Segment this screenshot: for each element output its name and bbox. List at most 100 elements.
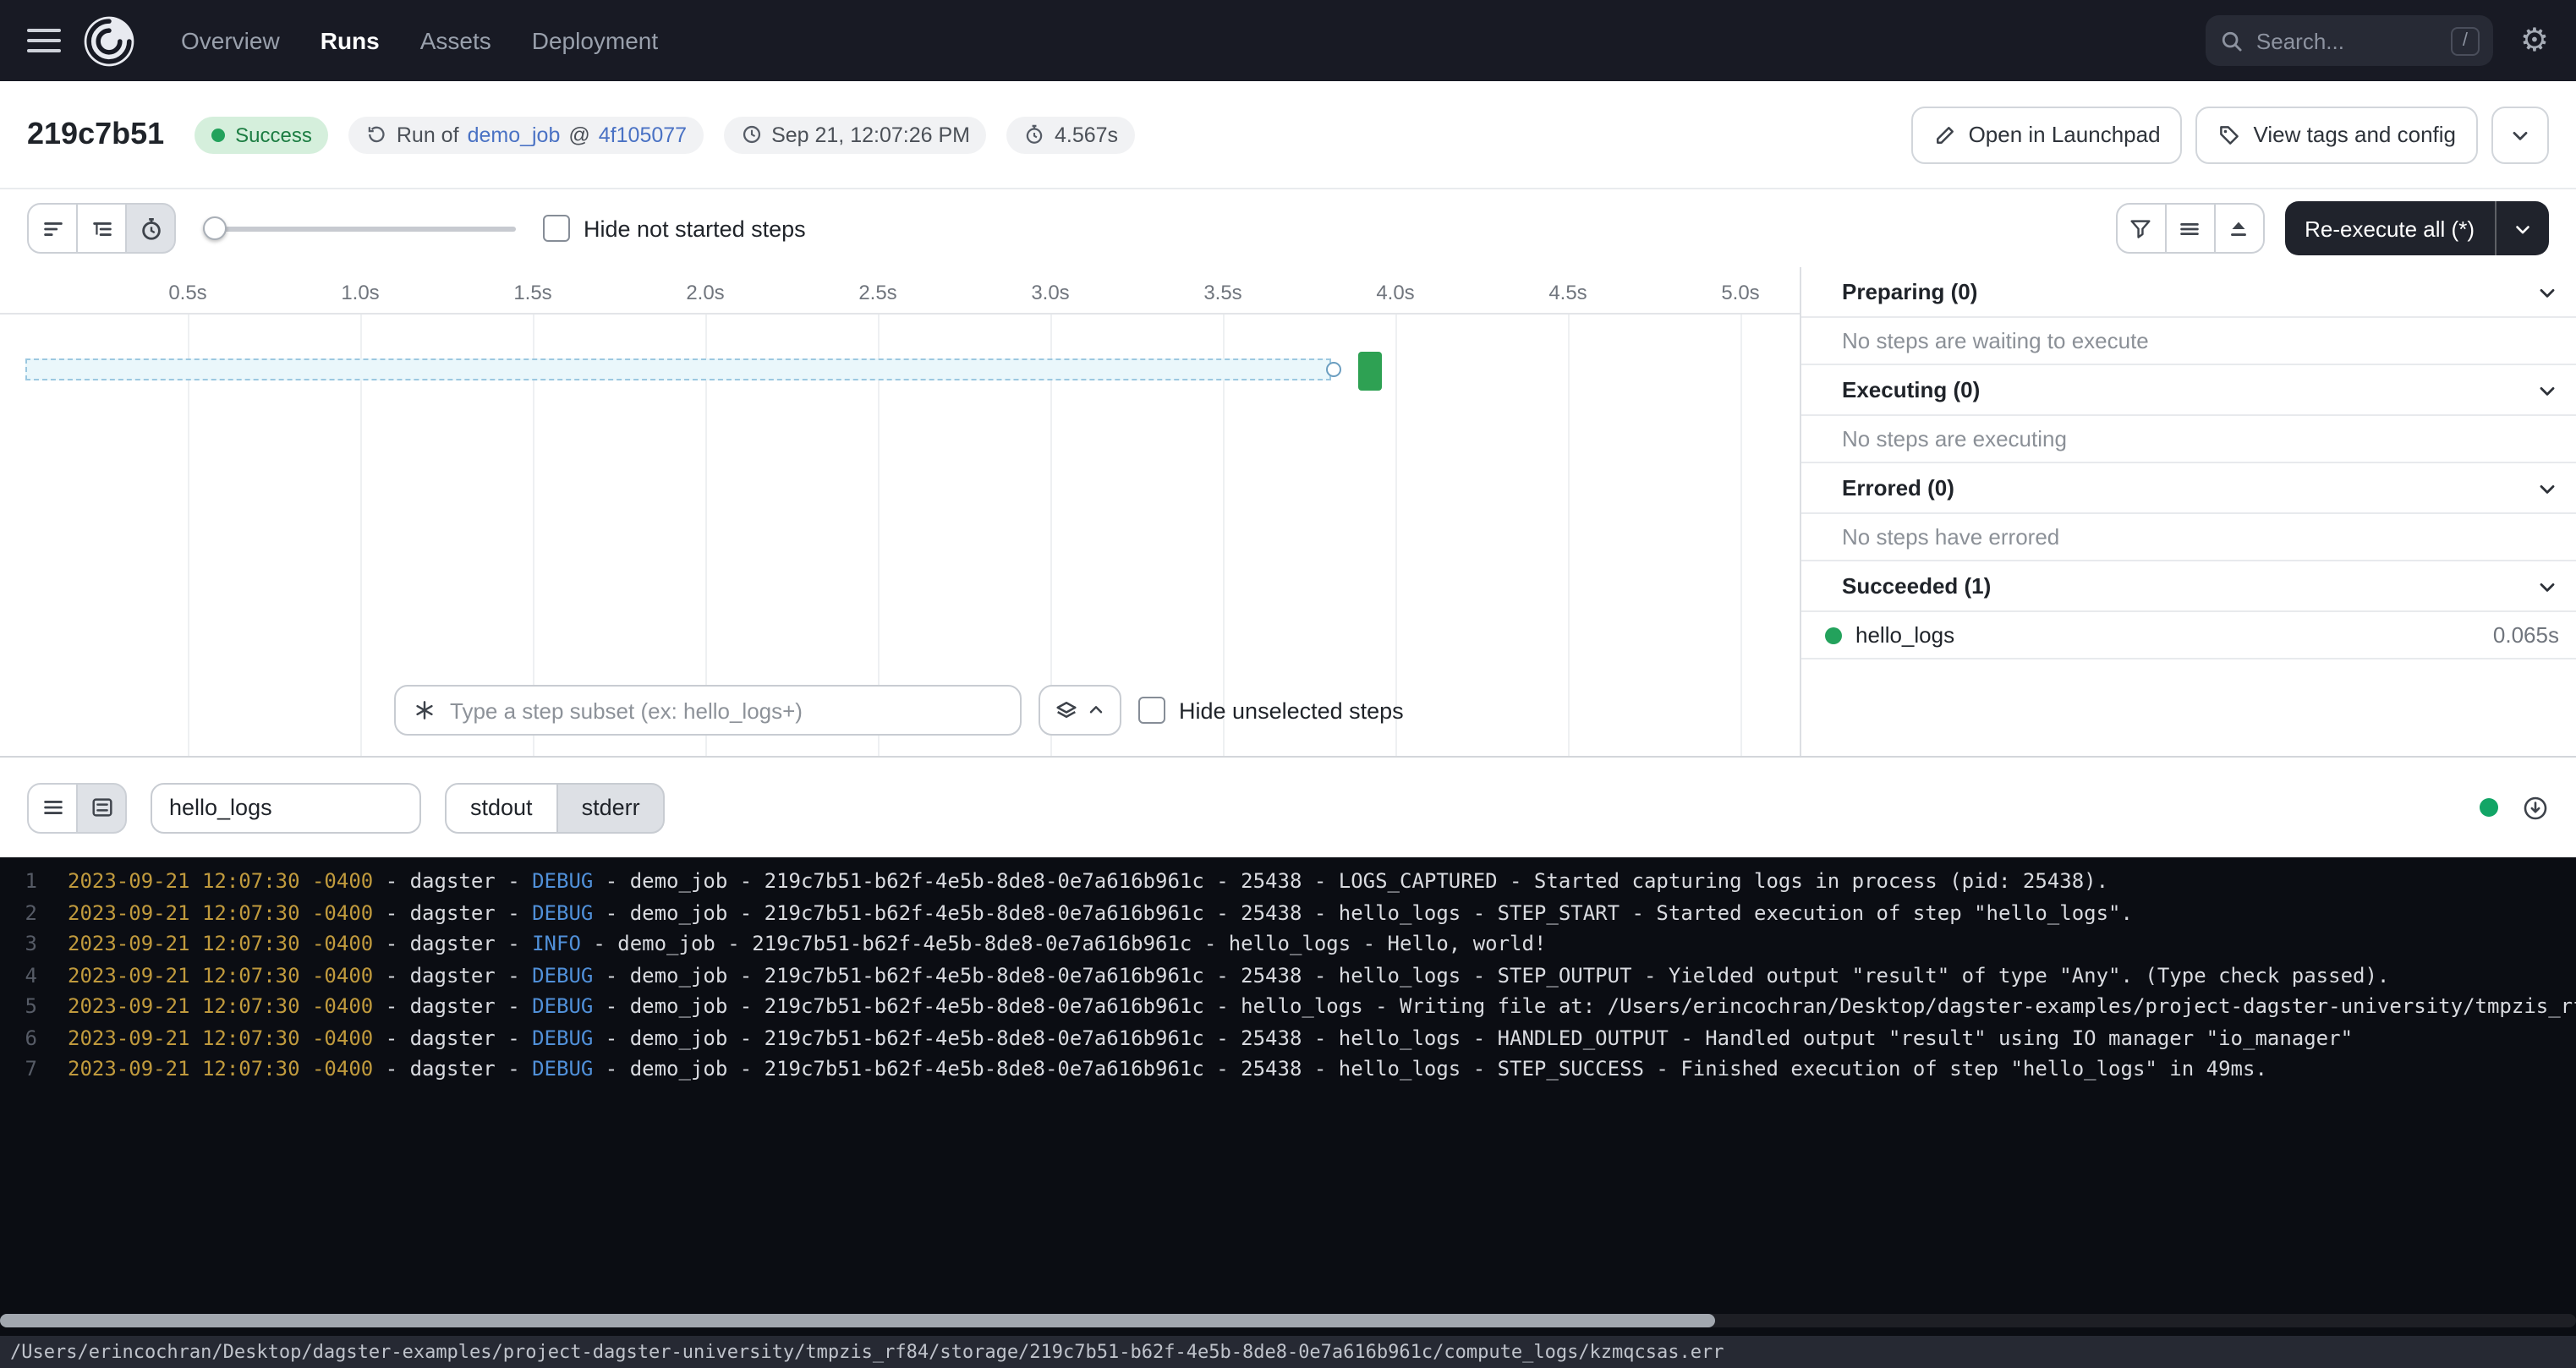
nav-item-overview[interactable]: Overview	[161, 0, 300, 81]
topnav-right: / ⚙	[2206, 15, 2549, 66]
run-header-actions: Open in Launchpad View tags and config	[1911, 106, 2549, 163]
hide-unselected-label: Hide unselected steps	[1179, 698, 1404, 723]
slider-knob[interactable]	[203, 216, 227, 240]
gantt-toolbar-right: Re-execute all (*)	[2115, 201, 2549, 255]
log-toolbar: stdout stderr	[0, 758, 2576, 857]
layers-icon	[1054, 698, 1079, 723]
gantt-waiting-bar[interactable]	[25, 358, 1331, 380]
graph-query-options-button[interactable]	[1039, 685, 1121, 736]
log-timestamp: 2023-09-21 12:07:30 -0400	[68, 1022, 373, 1053]
step-filter-row: Hide unselected steps	[394, 685, 1404, 736]
log-separator: - dagster -	[373, 1053, 532, 1085]
status-badge: Success	[195, 116, 329, 153]
panel-section-executing[interactable]: Executing (0)	[1801, 365, 2576, 416]
log-timestamp: 2023-09-21 12:07:30 -0400	[68, 928, 373, 960]
op-selector-icon	[413, 698, 436, 722]
time-tick-label: 4.0s	[1376, 281, 1414, 304]
reexecute-all-button[interactable]: Re-execute all (*)	[2284, 201, 2549, 255]
step-subset-input[interactable]	[450, 698, 1003, 723]
step-subset-input-wrap[interactable]	[394, 685, 1022, 736]
chevron-down-icon[interactable]	[2497, 217, 2549, 239]
section-empty-text: No steps are waiting to execute	[1801, 318, 2576, 365]
flat-view-button[interactable]	[27, 203, 78, 254]
hide-not-started-checkbox[interactable]: Hide not started steps	[543, 215, 806, 242]
success-dot-icon	[211, 128, 225, 141]
steps-panel: Preparing (0)No steps are waiting to exe…	[1801, 267, 2576, 756]
zoom-slider[interactable]	[203, 216, 516, 240]
log-message: - demo_job - 219c7b51-b62f-4e5b-8de8-0e7…	[593, 866, 2108, 897]
chevron-down-icon	[2535, 574, 2559, 598]
step-row[interactable]: hello_logs 0.065s	[1801, 612, 2576, 659]
log-level: DEBUG	[532, 897, 593, 928]
log-line: 72023-09-21 12:07:30 -0400 - dagster - D…	[0, 1053, 2576, 1085]
timed-view-button[interactable]	[125, 203, 176, 254]
run-duration: 4.567s	[1055, 123, 1118, 146]
run-actions-menu-button[interactable]	[2491, 106, 2549, 163]
dagster-app: OverviewRunsAssetsDeployment / ⚙ 219c7b5…	[0, 0, 2576, 1368]
log-io-tabs: stdout stderr	[445, 782, 666, 833]
time-tick-label: 1.0s	[341, 281, 379, 304]
time-tick-label: 4.5s	[1548, 281, 1587, 304]
run-id: 219c7b51	[27, 117, 164, 152]
tab-stderr[interactable]: stderr	[556, 782, 666, 833]
job-link[interactable]: demo_job	[468, 123, 561, 146]
time-tick-label: 1.5s	[513, 281, 551, 304]
log-step-filter-input[interactable]	[169, 795, 403, 820]
log-file-path: /Users/erincochran/Desktop/dagster-examp…	[10, 1341, 1724, 1363]
gantt-marker-dot	[1326, 362, 1341, 377]
chevron-down-icon	[2535, 280, 2559, 304]
download-log-icon[interactable]	[2522, 794, 2549, 821]
log-view-toggle	[27, 782, 127, 833]
step-name: hello_logs	[1855, 622, 1954, 648]
step-duration: 0.065s	[2493, 622, 2559, 648]
raw-logs-view-button[interactable]	[27, 782, 78, 833]
waterfall-view-button[interactable]	[76, 203, 127, 254]
rows-view-button[interactable]	[2164, 203, 2215, 254]
log-message: - demo_job - 219c7b51-b62f-4e5b-8de8-0e7…	[593, 897, 2133, 928]
log-separator: - dagster -	[373, 991, 532, 1022]
menu-icon[interactable]	[27, 24, 61, 57]
checkbox-icon[interactable]	[543, 215, 570, 242]
hide-unselected-checkbox[interactable]: Hide unselected steps	[1138, 697, 1404, 724]
dagster-logo-icon[interactable]	[81, 13, 137, 68]
run-timestamp: Sep 21, 12:07:26 PM	[771, 123, 970, 146]
at-separator: @	[568, 123, 589, 146]
nav-item-runs[interactable]: Runs	[300, 0, 400, 81]
stopwatch-icon	[1024, 123, 1046, 145]
open-launchpad-button[interactable]: Open in Launchpad	[1911, 106, 2183, 163]
chevron-down-icon	[2508, 123, 2532, 146]
tab-stdout[interactable]: stdout	[445, 782, 558, 833]
section-title: Executing (0)	[1842, 377, 1980, 402]
view-tags-button[interactable]: View tags and config	[2196, 106, 2478, 163]
collapse-eject-button[interactable]	[2213, 203, 2264, 254]
log-file-path-bar: /Users/erincochran/Desktop/dagster-examp…	[0, 1336, 2576, 1368]
checkbox-icon[interactable]	[1138, 697, 1165, 724]
filter-funnel-button[interactable]	[2115, 203, 2166, 254]
panel-section-preparing[interactable]: Preparing (0)	[1801, 267, 2576, 318]
panel-toggle-group	[2115, 203, 2264, 254]
slider-track[interactable]	[203, 227, 516, 232]
gantt-step-bar-hello-logs[interactable]	[1358, 352, 1382, 391]
reexecute-label: Re-execute all (*)	[2284, 216, 2495, 241]
log-separator: - dagster -	[373, 897, 532, 928]
horizontal-scrollbar-thumb[interactable]	[0, 1314, 1715, 1327]
log-message: - demo_job - 219c7b51-b62f-4e5b-8de8-0e7…	[593, 960, 2389, 991]
nav-item-deployment[interactable]: Deployment	[512, 0, 678, 81]
log-message: - demo_job - 219c7b51-b62f-4e5b-8de8-0e7…	[593, 991, 2576, 1022]
log-line-number: 2	[0, 897, 37, 928]
gantt-gridline	[188, 315, 189, 756]
log-output: 12023-09-21 12:07:30 -0400 - dagster - D…	[0, 857, 2576, 1336]
log-step-filter[interactable]	[151, 782, 421, 833]
panel-section-succeeded[interactable]: Succeeded (1)	[1801, 561, 2576, 612]
snapshot-link[interactable]: 4f105077	[599, 123, 687, 146]
log-timestamp: 2023-09-21 12:07:30 -0400	[68, 866, 373, 897]
panel-section-errored[interactable]: Errored (0)	[1801, 463, 2576, 514]
nav-items: OverviewRunsAssetsDeployment	[161, 0, 678, 81]
top-nav: OverviewRunsAssetsDeployment / ⚙	[0, 0, 2576, 81]
search-box[interactable]: /	[2206, 15, 2493, 66]
time-tick-label: 3.0s	[1031, 281, 1069, 304]
structured-logs-view-button[interactable]	[76, 782, 127, 833]
nav-item-assets[interactable]: Assets	[400, 0, 512, 81]
settings-gear-icon[interactable]: ⚙	[2520, 25, 2549, 57]
search-input[interactable]	[2256, 28, 2439, 53]
